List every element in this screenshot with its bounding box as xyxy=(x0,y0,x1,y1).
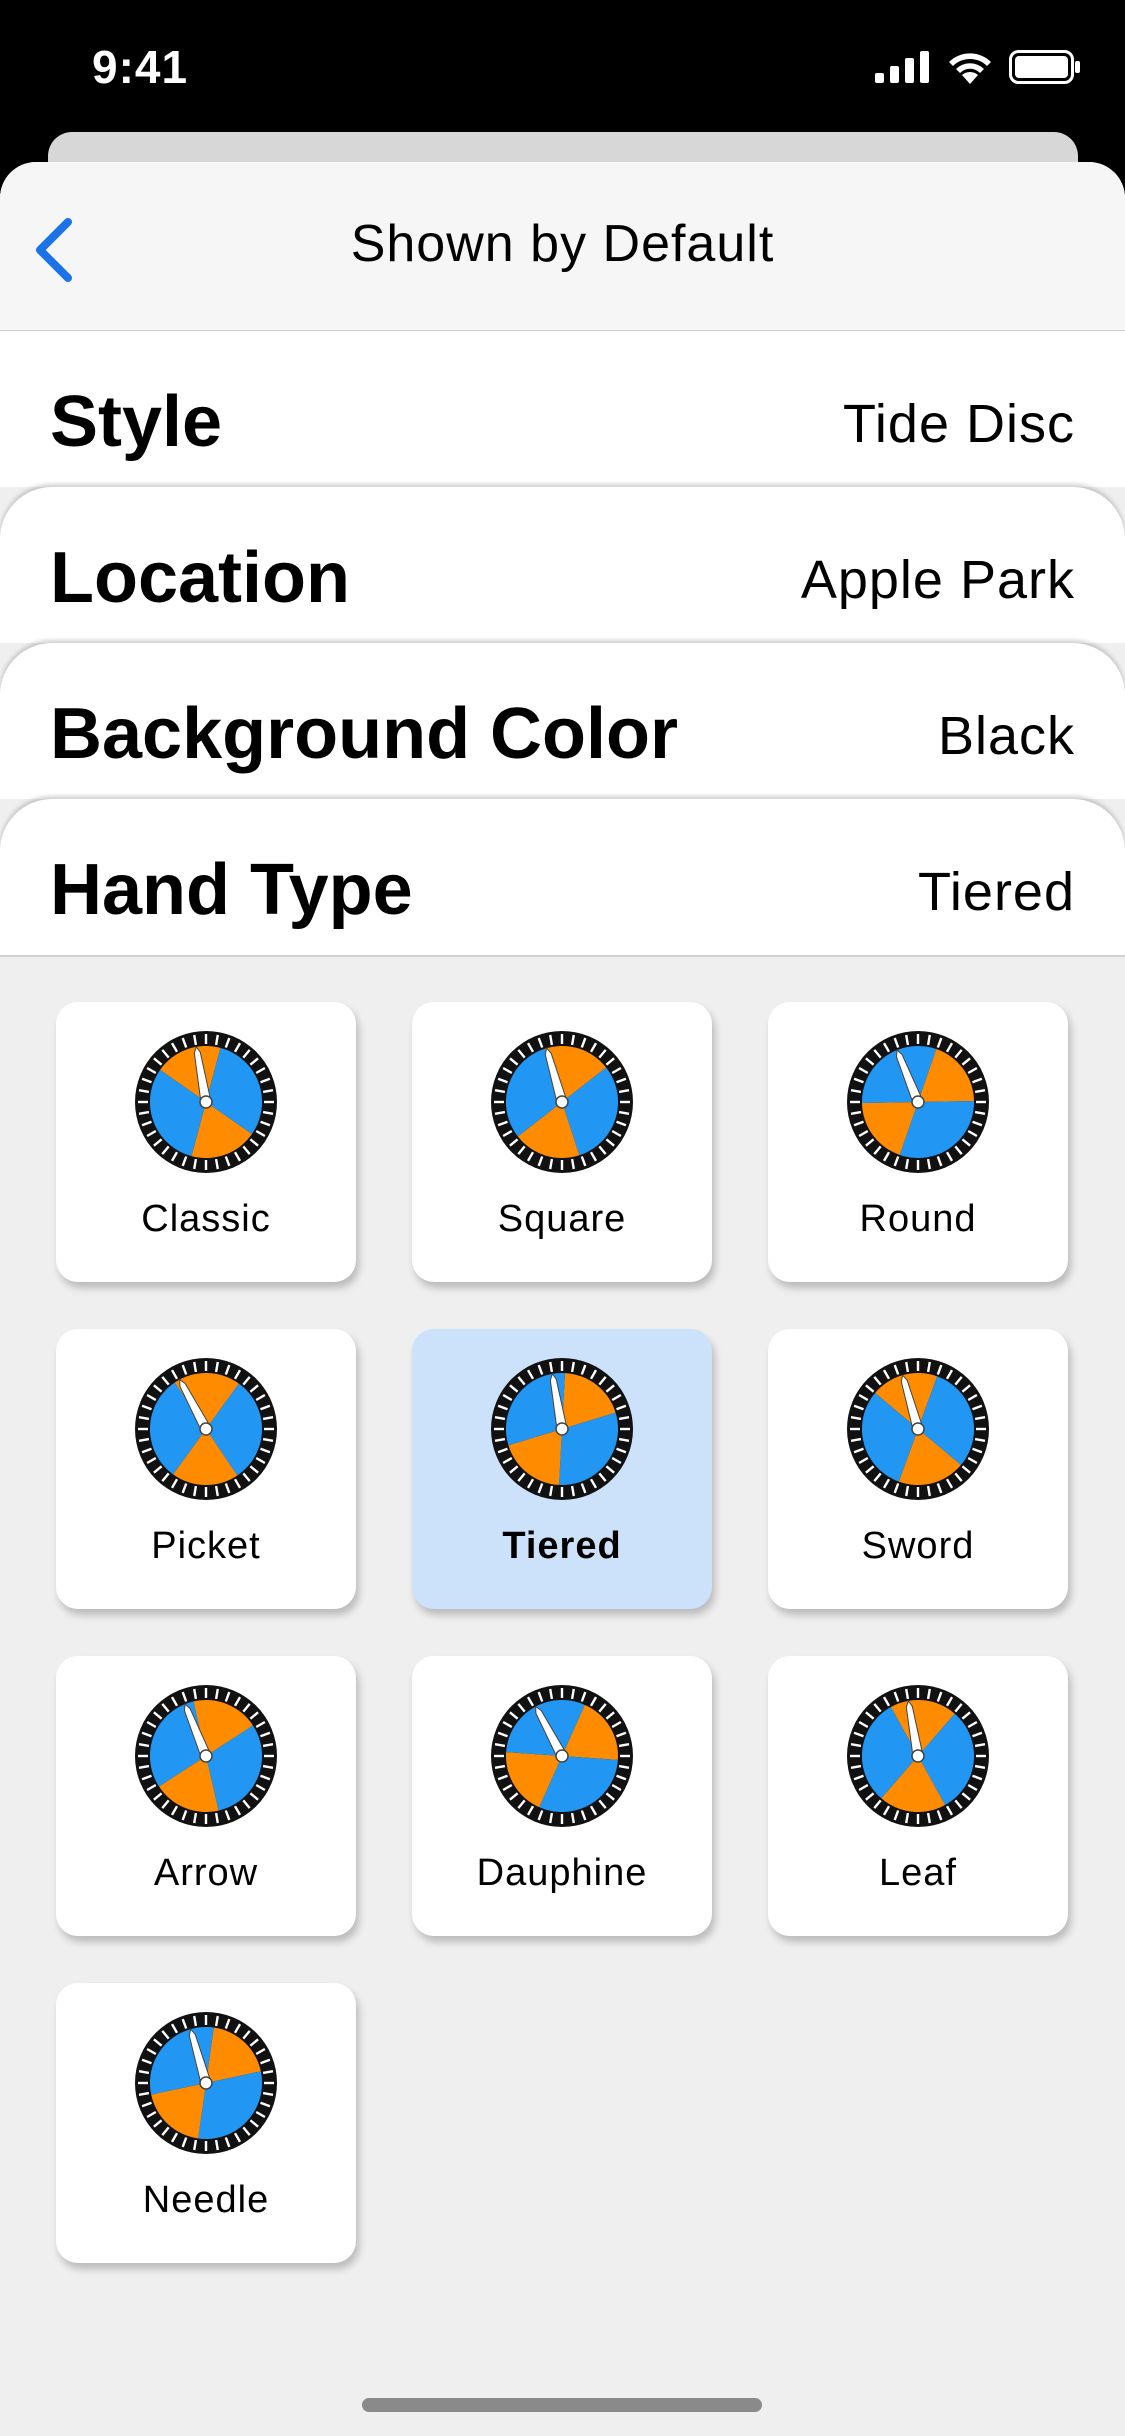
setting-label: Hand Type xyxy=(50,850,413,930)
setting-row-background-color[interactable]: Background Color Black xyxy=(0,643,1125,799)
settings-list: Style Tide Disc Location Apple Park Back… xyxy=(0,331,1125,955)
hand-type-option-picket[interactable]: Picket xyxy=(56,1329,356,1609)
page-title: Shown by Default xyxy=(350,215,775,273)
hand-type-label: Dauphine xyxy=(476,1852,648,1894)
tide-dial-icon xyxy=(135,1358,277,1500)
cellular-signal-icon xyxy=(875,51,929,83)
status-time: 9:41 xyxy=(92,41,189,93)
tide-dial-icon xyxy=(847,1358,989,1500)
tide-dial-icon xyxy=(847,1685,989,1827)
hand-type-label: Sword xyxy=(861,1525,975,1567)
setting-row-location[interactable]: Location Apple Park xyxy=(0,487,1125,643)
hand-type-option-dauphine[interactable]: Dauphine xyxy=(412,1656,712,1936)
divider xyxy=(0,955,1125,957)
hand-type-label: Square xyxy=(497,1198,627,1240)
hand-type-option-needle[interactable]: Needle xyxy=(56,1983,356,2263)
hand-type-option-classic[interactable]: Classic xyxy=(56,1002,356,1282)
home-indicator[interactable] xyxy=(362,2398,762,2412)
hand-type-label: Leaf xyxy=(879,1852,957,1894)
tide-dial-icon xyxy=(135,2012,277,2154)
navigation-bar: Shown by Default xyxy=(0,162,1125,331)
setting-label: Location xyxy=(50,538,350,618)
tide-dial-icon xyxy=(847,1031,989,1173)
hand-type-label: Tiered xyxy=(502,1525,622,1567)
hand-type-label: Needle xyxy=(142,2179,270,2221)
hand-type-option-round[interactable]: Round xyxy=(768,1002,1068,1282)
tide-dial-icon xyxy=(135,1031,277,1173)
tide-dial-icon xyxy=(135,1685,277,1827)
setting-label: Style xyxy=(50,382,223,462)
wifi-icon xyxy=(949,53,991,84)
hand-type-label: Round xyxy=(859,1198,977,1240)
status-bar: 9:41 xyxy=(0,0,1125,140)
hand-type-option-square[interactable]: Square xyxy=(412,1002,712,1282)
hand-type-option-sword[interactable]: Sword xyxy=(768,1329,1068,1609)
settings-sheet: Shown by Default Style Tide Disc Locatio… xyxy=(0,162,1125,2436)
setting-value: Tide Disc xyxy=(842,394,1075,454)
setting-row-style[interactable]: Style Tide Disc xyxy=(0,331,1125,487)
battery-icon xyxy=(1009,50,1080,84)
status-icons xyxy=(875,50,1081,84)
setting-row-hand-type[interactable]: Hand Type Tiered xyxy=(0,799,1125,955)
hand-type-option-leaf[interactable]: Leaf xyxy=(768,1656,1068,1936)
setting-value: Apple Park xyxy=(800,550,1075,610)
hand-type-option-tiered[interactable]: Tiered xyxy=(412,1329,712,1609)
tide-dial-icon xyxy=(491,1685,633,1827)
tide-dial-icon xyxy=(491,1358,633,1500)
hand-type-label: Picket xyxy=(151,1525,261,1567)
setting-label: Background Color xyxy=(50,694,679,774)
setting-value: Black xyxy=(937,706,1075,766)
setting-value: Tiered xyxy=(917,862,1075,922)
hand-type-label: Arrow xyxy=(153,1852,259,1894)
tide-dial-icon xyxy=(491,1031,633,1173)
hand-type-label: Classic xyxy=(141,1198,271,1240)
hand-type-option-arrow[interactable]: Arrow xyxy=(56,1656,356,1936)
